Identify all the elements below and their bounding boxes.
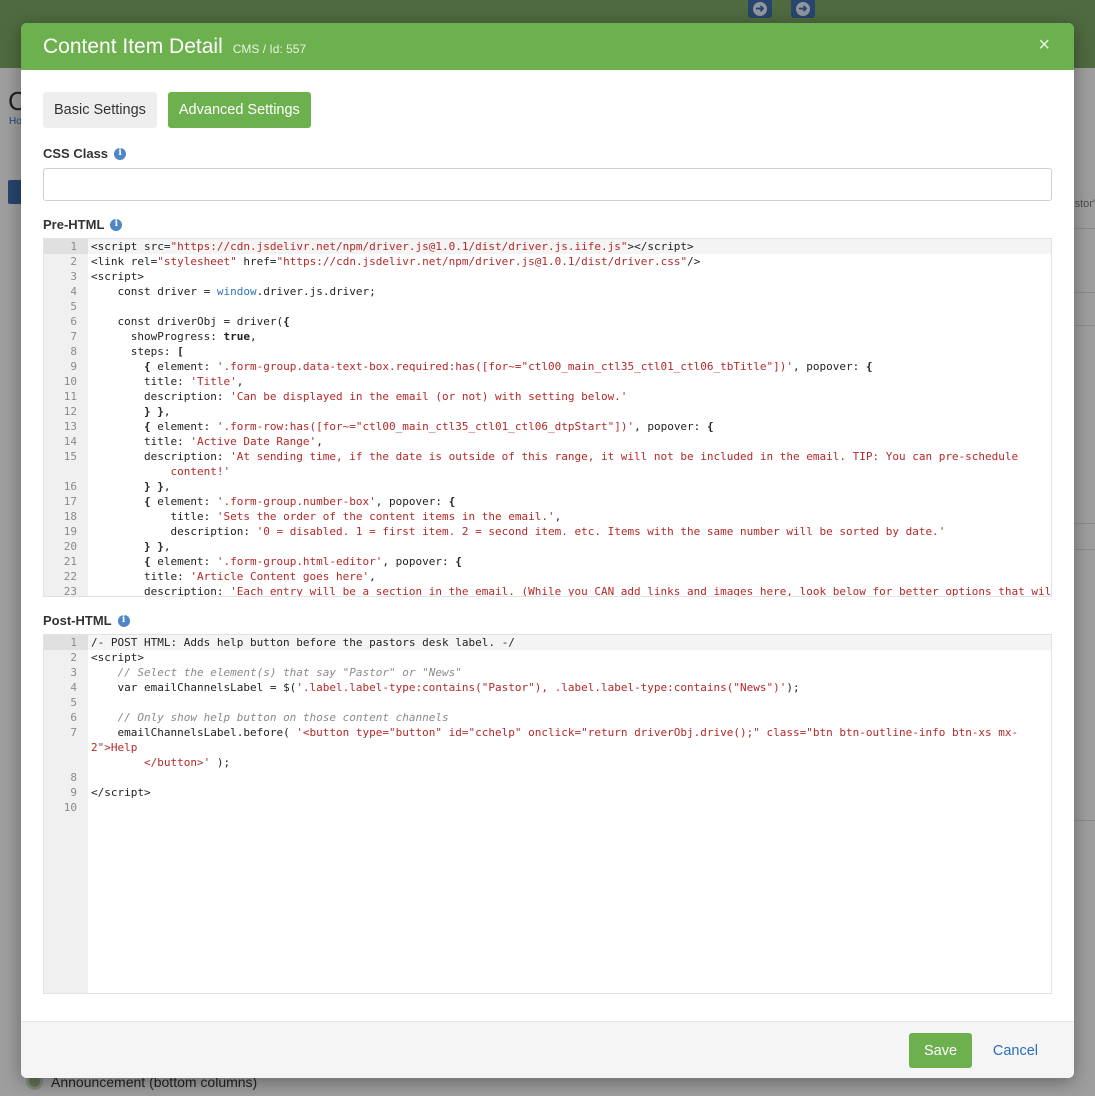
modal-footer: Save Cancel — [21, 1021, 1074, 1078]
code-line: 9 </script> — [44, 785, 1051, 800]
code-line: 15 description: 'At sending time, if the… — [44, 449, 1051, 464]
code-line: 3 // Select the element(s) that say "Pas… — [44, 665, 1051, 680]
css-class-label-text: CSS Class — [43, 146, 109, 161]
post-html-label: Post-HTML i — [43, 613, 1052, 628]
code-line: 8 — [44, 770, 1051, 785]
code-line: 1 <script src="https://cdn.jsdelivr.net/n… — [44, 239, 1051, 254]
code-line: 4 var emailChannelsLabel = $('.label.lab… — [44, 680, 1051, 695]
close-icon[interactable]: × — [1038, 35, 1050, 55]
modal-body: Basic Settings Advanced Settings CSS Cla… — [21, 70, 1074, 994]
pre-html-label-text: Pre-HTML — [43, 217, 105, 232]
code-line: 11 description: 'Can be displayed in the… — [44, 389, 1051, 404]
code-line: 7 emailChannelsLabel.before( '<button ty… — [44, 725, 1051, 755]
modal-header: Content Item Detail CMS / Id: 557 × — [21, 23, 1074, 70]
code-line: 12 } }, — [44, 404, 1051, 419]
code-line: 10 — [44, 800, 1051, 815]
post-html-label-text: Post-HTML — [43, 613, 112, 628]
cancel-button[interactable]: Cancel — [993, 1033, 1038, 1068]
code-line: 5 — [44, 695, 1051, 710]
code-line: 19 description: '0 = disabled. 1 = first… — [44, 524, 1051, 539]
tab-advanced-settings[interactable]: Advanced Settings — [167, 92, 311, 128]
pre-html-editor[interactable]: 1 <script src="https://cdn.jsdelivr.net/n… — [43, 238, 1052, 597]
code-line: 21 { element: '.form-group.html-editor',… — [44, 554, 1051, 569]
modal-subtitle: CMS / Id: 557 — [232, 42, 307, 56]
code-line: 10 title: 'Title', — [44, 374, 1051, 389]
code-line: 20 } }, — [44, 539, 1051, 554]
tab-basic-settings[interactable]: Basic Settings — [43, 92, 157, 128]
css-class-input[interactable] — [43, 168, 1052, 201]
code-line: 22 title: 'Article Content goes here', — [44, 569, 1051, 584]
pre-html-label: Pre-HTML i — [43, 217, 1052, 232]
code-line: 16 } }, — [44, 479, 1051, 494]
info-icon[interactable]: i — [110, 218, 123, 231]
code-line: 2 <script> — [44, 650, 1051, 665]
content-item-detail-modal: Content Item Detail CMS / Id: 557 × Basi… — [21, 23, 1074, 1078]
save-button[interactable]: Save — [909, 1033, 972, 1068]
info-icon[interactable]: i — [114, 147, 127, 160]
code-line: 1/- POST HTML: Adds help button before t… — [44, 635, 1051, 650]
post-html-lines: 1/- POST HTML: Adds help button before t… — [44, 635, 1051, 993]
code-line: 6 // Only show help button on those cont… — [44, 710, 1051, 725]
code-line: 9 { element: '.form-group.data-text-box.… — [44, 359, 1051, 374]
pre-html-lines: 1 <script src="https://cdn.jsdelivr.net/n… — [44, 239, 1051, 596]
code-line: </button>' ); — [44, 755, 1051, 770]
code-line: 8 steps: [ — [44, 344, 1051, 359]
code-line: 3 <script> — [44, 269, 1051, 284]
code-line: 6 const driverObj = driver({ — [44, 314, 1051, 329]
code-line: 18 title: 'Sets the order of the content… — [44, 509, 1051, 524]
code-line: content!' — [44, 464, 1051, 479]
code-line: 2 <link rel="stylesheet" href="https://cd… — [44, 254, 1051, 269]
code-line: 14 title: 'Active Date Range', — [44, 434, 1051, 449]
code-line: 4 const driver = window.driver.js.driver… — [44, 284, 1051, 299]
code-line: 5 — [44, 299, 1051, 314]
post-html-editor[interactable]: 1/- POST HTML: Adds help button before t… — [43, 634, 1052, 994]
modal-title: Content Item Detail — [43, 34, 223, 58]
code-line: 17 { element: '.form-group.number-box', … — [44, 494, 1051, 509]
code-line: 23 description: 'Each entry will be a se… — [44, 584, 1051, 596]
code-line: 7 showProgress: true, — [44, 329, 1051, 344]
css-class-label: CSS Class i — [43, 146, 1052, 161]
settings-tabs: Basic Settings Advanced Settings — [43, 92, 1052, 128]
code-line: 13 { element: '.form-row:has([for~="ctl0… — [44, 419, 1051, 434]
info-icon[interactable]: i — [117, 614, 130, 627]
gutter-fill — [44, 815, 88, 993]
